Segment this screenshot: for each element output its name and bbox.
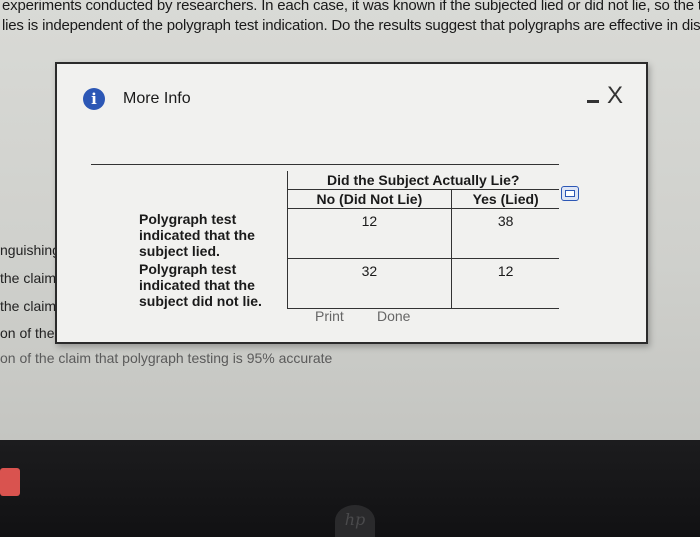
copy-table-icon[interactable] bbox=[561, 186, 579, 201]
table-row: Polygraph test indicated that the subjec… bbox=[91, 258, 559, 309]
table-row: Polygraph test indicated that the subjec… bbox=[91, 208, 559, 259]
more-info-dialog: i More Info X Did the Subject Actually L… bbox=[55, 62, 648, 344]
column-header-yes: Yes (Lied) bbox=[451, 189, 559, 209]
taskbar-app-icon[interactable] bbox=[0, 468, 20, 496]
contingency-table: Did the Subject Actually Lie? No (Did No… bbox=[91, 164, 559, 309]
minimize-icon[interactable] bbox=[587, 100, 599, 103]
question-text-line1: experiments conducted by researchers. In… bbox=[2, 0, 700, 14]
table-cell: 12 bbox=[451, 258, 559, 309]
table-cell: 32 bbox=[286, 258, 452, 309]
table-group-header: Did the Subject Actually Lie? bbox=[286, 171, 559, 190]
question-text-line2: lies is independent of the polygraph tes… bbox=[2, 17, 700, 34]
done-button[interactable]: Done bbox=[377, 308, 410, 324]
dialog-title: More Info bbox=[123, 90, 191, 107]
close-icon[interactable]: X bbox=[607, 82, 623, 110]
answer-option-fragment: nguishing bbox=[0, 242, 60, 258]
row-label: Polygraph test indicated that the subjec… bbox=[139, 210, 255, 259]
hp-logo: hp bbox=[335, 505, 375, 537]
row-label: Polygraph test indicated that the subjec… bbox=[139, 260, 262, 309]
table-cell: 38 bbox=[451, 208, 559, 259]
info-icon: i bbox=[83, 88, 105, 110]
screen: experiments conducted by researchers. In… bbox=[0, 0, 700, 440]
column-header-no: No (Did Not Lie) bbox=[286, 189, 452, 209]
answer-option-fragment: on of the claim that polygraph testing i… bbox=[0, 350, 333, 366]
table-cell: 12 bbox=[286, 208, 452, 259]
print-button[interactable]: Print bbox=[315, 308, 344, 324]
